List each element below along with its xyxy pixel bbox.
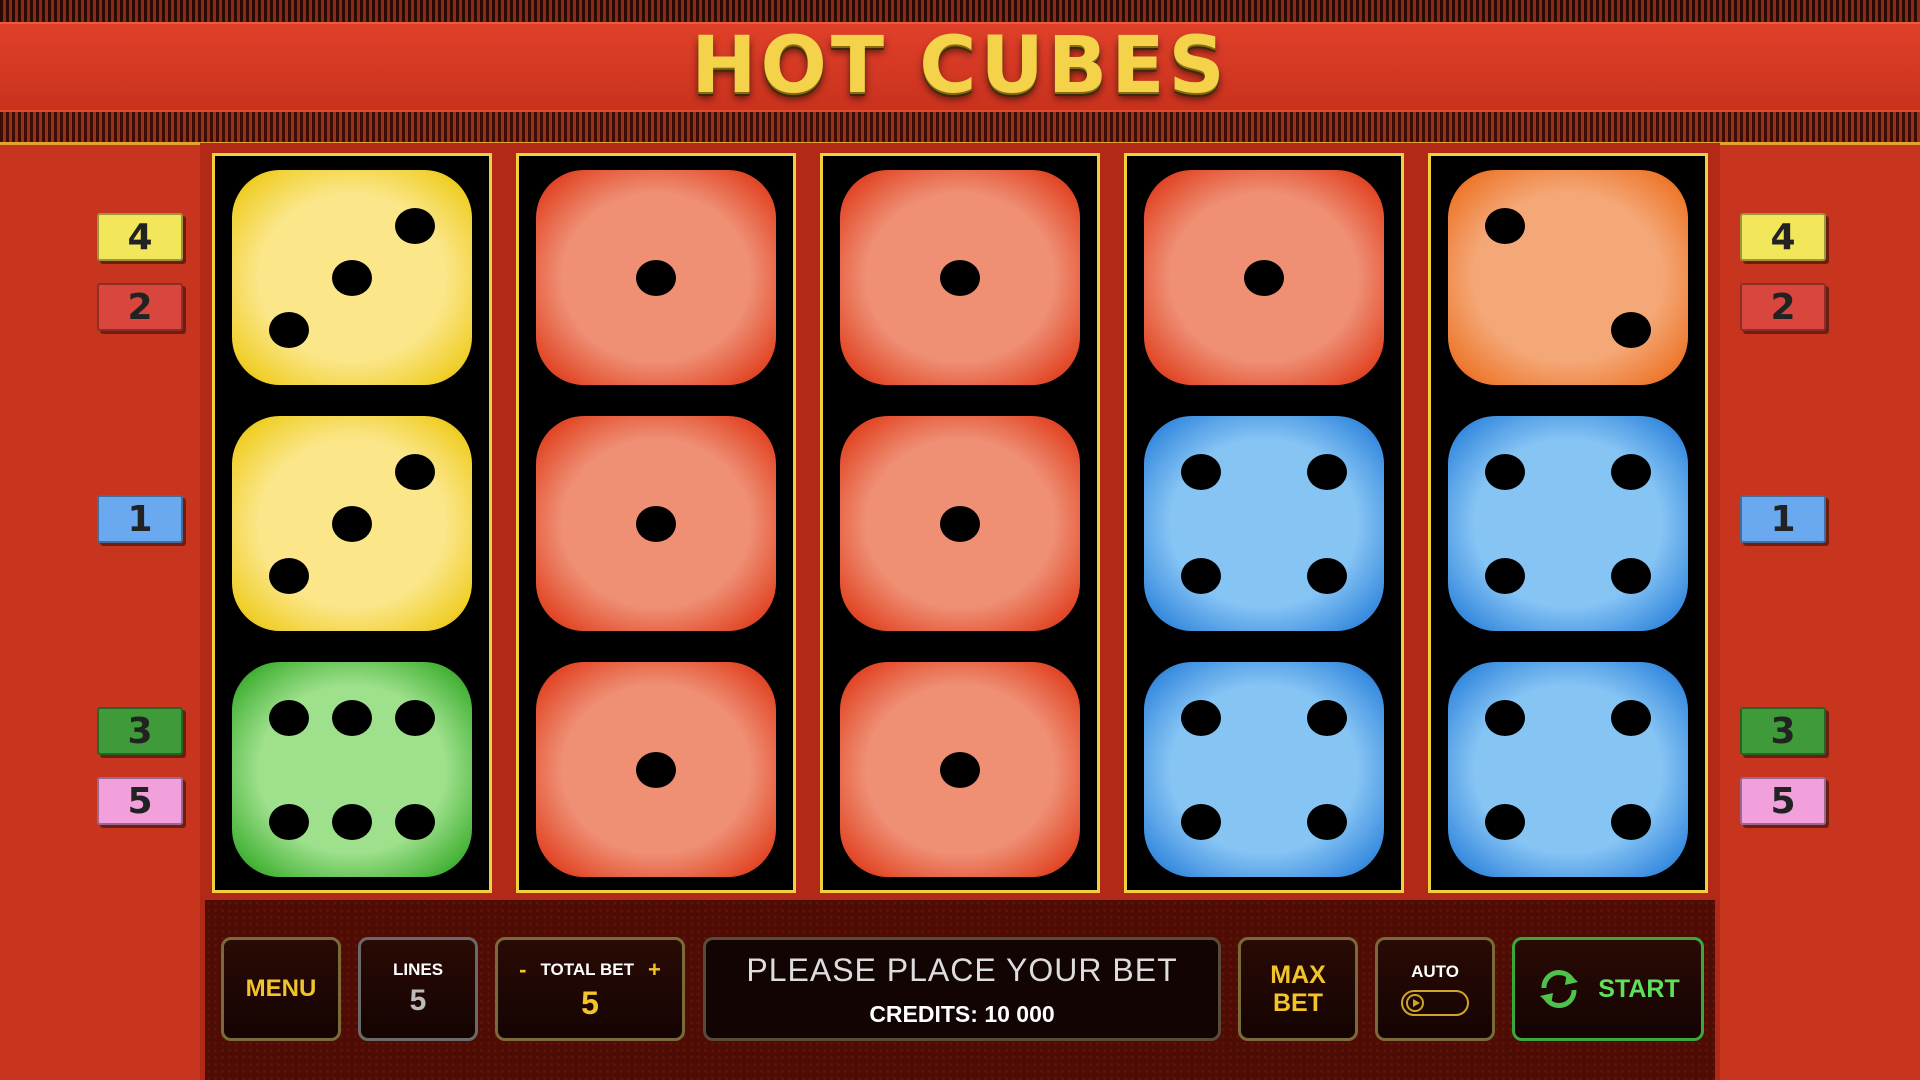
dice-pip: [1181, 804, 1221, 840]
dice-yellow-3: [232, 170, 472, 385]
game-title: HOT CUBES: [691, 21, 1229, 111]
auto-label: AUTO: [1411, 962, 1459, 981]
dice-pip: [332, 804, 372, 840]
dice-pip: [395, 804, 435, 840]
start-label: START: [1598, 974, 1680, 1003]
dice-pip: [1611, 312, 1651, 348]
max-bet-label-line1: MAX: [1270, 961, 1326, 989]
dice-blue-4: [1144, 662, 1384, 877]
dice-pip: [269, 804, 309, 840]
dice-blue-4: [1448, 416, 1688, 631]
dice-red-1: [1144, 170, 1384, 385]
dice-pip: [940, 260, 980, 296]
dice-pip: [1485, 700, 1525, 736]
dice-yellow-3: [232, 416, 472, 631]
start-button[interactable]: START: [1512, 937, 1704, 1041]
dice-blue-4: [1144, 416, 1384, 631]
payline-badge-left-2[interactable]: 2: [97, 283, 183, 331]
dice-pip: [1307, 804, 1347, 840]
dice-pip: [1307, 700, 1347, 736]
dice-blue-4: [1448, 662, 1688, 877]
dice-pip: [1181, 558, 1221, 594]
payline-badge-left-3[interactable]: 3: [97, 707, 183, 755]
header-stripe: [0, 110, 1920, 145]
dice-pip: [636, 752, 676, 788]
dice-red-1: [840, 662, 1080, 877]
menu-button[interactable]: MENU: [221, 937, 341, 1041]
dice-red-1: [840, 416, 1080, 631]
autoplay-toggle[interactable]: AUTO: [1375, 937, 1495, 1041]
dice-pip: [636, 260, 676, 296]
dice-pip: [1611, 804, 1651, 840]
reel-3: [820, 153, 1100, 893]
payline-badge-right-1[interactable]: 1: [1740, 495, 1826, 543]
reel-4: [1124, 153, 1404, 893]
dice-pip: [1181, 454, 1221, 490]
total-bet-label: TOTAL BET: [540, 959, 634, 979]
dice-pip: [395, 700, 435, 736]
dice-pip: [1485, 558, 1525, 594]
max-bet-label-line2: BET: [1273, 989, 1323, 1017]
dice-red-1: [536, 170, 776, 385]
lines-selector[interactable]: LINES 5: [358, 937, 478, 1041]
dice-pip: [1485, 804, 1525, 840]
bet-decrease-button[interactable]: -: [519, 957, 526, 983]
dice-pip: [332, 506, 372, 542]
play-icon: [1406, 994, 1424, 1012]
dice-pip: [636, 506, 676, 542]
bet-increase-button[interactable]: +: [648, 957, 661, 983]
menu-label: MENU: [245, 975, 317, 1002]
payline-badge-right-5[interactable]: 5: [1740, 777, 1826, 825]
payline-badge-left-5[interactable]: 5: [97, 777, 183, 825]
dice-pip: [332, 260, 372, 296]
dice-pip: [332, 700, 372, 736]
dice-pip: [269, 312, 309, 348]
total-bet-selector: - TOTAL BET + 5: [495, 937, 685, 1041]
dice-pip: [1181, 700, 1221, 736]
dice-red-1: [840, 170, 1080, 385]
dice-pip: [940, 506, 980, 542]
dice-pip: [1244, 260, 1284, 296]
max-bet-button[interactable]: MAX BET: [1238, 937, 1358, 1041]
dice-pip: [1611, 700, 1651, 736]
total-bet-value: 5: [581, 984, 599, 1021]
refresh-icon: [1536, 966, 1582, 1012]
dice-orange-2: [1448, 170, 1688, 385]
reel-5: [1428, 153, 1708, 893]
payline-badge-left-1[interactable]: 1: [97, 495, 183, 543]
dice-pip: [1611, 454, 1651, 490]
lines-value: 5: [409, 984, 427, 1017]
dice-pip: [940, 752, 980, 788]
dice-pip: [1307, 454, 1347, 490]
status-message: PLEASE PLACE YOUR BET: [746, 952, 1178, 988]
dice-pip: [395, 454, 435, 490]
dice-pip: [1611, 558, 1651, 594]
payline-badge-right-2[interactable]: 2: [1740, 283, 1826, 331]
dice-pip: [269, 700, 309, 736]
dice-pip: [1485, 208, 1525, 244]
dice-pip: [269, 558, 309, 594]
top-stripe: [0, 0, 1920, 22]
auto-switch[interactable]: [1401, 990, 1469, 1016]
reel-2: [516, 153, 796, 893]
payline-badge-left-4[interactable]: 4: [97, 213, 183, 261]
message-panel: PLEASE PLACE YOUR BET CREDITS: 10 000: [703, 937, 1221, 1041]
dice-pip: [1307, 558, 1347, 594]
dice-green-6: [232, 662, 472, 877]
dice-pip: [1485, 454, 1525, 490]
dice-red-1: [536, 416, 776, 631]
payline-badge-right-4[interactable]: 4: [1740, 213, 1826, 261]
credits-display: CREDITS: 10 000: [869, 1001, 1055, 1027]
payline-badge-right-3[interactable]: 3: [1740, 707, 1826, 755]
dice-pip: [395, 208, 435, 244]
dice-red-1: [536, 662, 776, 877]
lines-label: LINES: [392, 960, 444, 979]
reel-1: [212, 153, 492, 893]
